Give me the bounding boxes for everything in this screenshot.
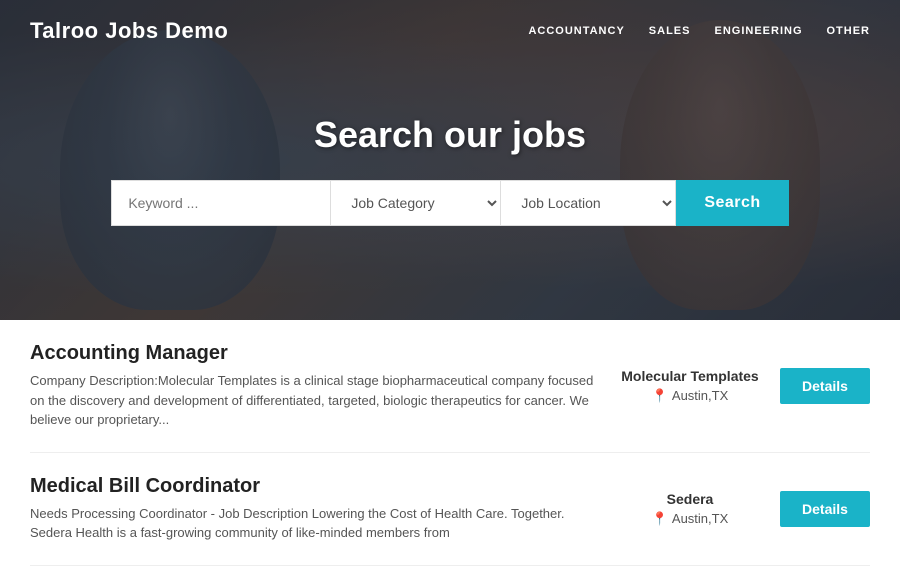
job-description: Needs Processing Coordinator - Job Descr… [30,504,600,543]
company-name: Sedera [667,491,714,507]
location-text: Austin,TX [672,511,728,526]
nav-other[interactable]: OTHER [827,25,871,37]
nav-sales[interactable]: SALES [649,25,691,37]
site-header: Talroo Jobs Demo ACCOUNTANCY SALES ENGIN… [0,0,900,62]
job-title: Medical Bill Coordinator [30,475,600,498]
job-item: Medical Bill Coordinator Needs Processin… [30,453,870,566]
job-info: Medical Bill Coordinator Needs Processin… [30,475,600,543]
job-description: Company Description:Molecular Templates … [30,371,600,430]
location-pin-icon: 📍 [652,511,668,527]
company-name: Molecular Templates [621,368,758,384]
hero-title: Search our jobs [314,114,586,156]
job-listings: Accounting Manager Company Description:M… [0,320,900,566]
site-logo: Talroo Jobs Demo [30,18,228,44]
details-button[interactable]: Details [780,491,870,527]
details-button[interactable]: Details [780,368,870,404]
nav-engineering[interactable]: ENGINEERING [714,25,802,37]
job-info: Accounting Manager Company Description:M… [30,342,600,430]
job-title: Accounting Manager [30,342,600,365]
search-bar: Job Category Accounting Engineering Sale… [111,180,788,226]
job-meta: Molecular Templates 📍 Austin,TX [620,368,760,404]
job-meta: Sedera 📍 Austin,TX [620,491,760,527]
main-nav: ACCOUNTANCY SALES ENGINEERING OTHER [528,25,870,37]
nav-accountancy[interactable]: ACCOUNTANCY [528,25,624,37]
keyword-input[interactable] [111,180,331,226]
hero-section: Talroo Jobs Demo ACCOUNTANCY SALES ENGIN… [0,0,900,320]
category-select[interactable]: Job Category Accounting Engineering Sale… [331,180,501,226]
search-button[interactable]: Search [676,180,788,226]
job-item: Accounting Manager Company Description:M… [30,320,870,453]
job-location: 📍 Austin,TX [652,388,729,404]
job-location: 📍 Austin,TX [652,511,729,527]
location-pin-icon: 📍 [652,388,668,404]
location-text: Austin,TX [672,388,728,403]
location-select[interactable]: Job Location Austin, TX New York, NY Rem… [501,180,676,226]
